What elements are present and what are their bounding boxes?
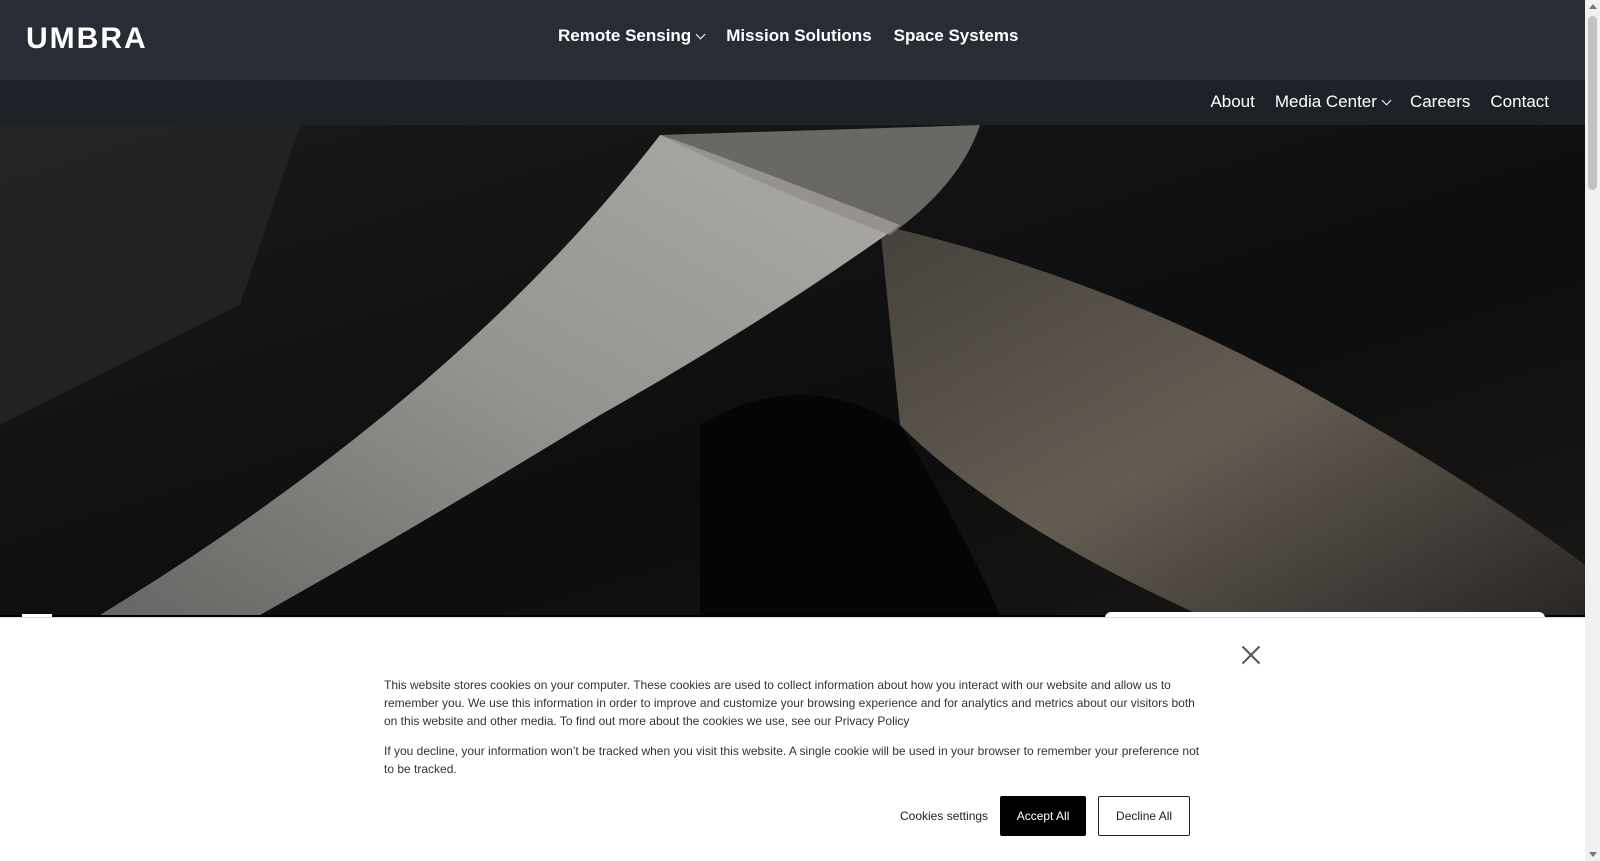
privacy-policy-link[interactable]: Privacy Policy <box>835 714 910 728</box>
secondary-navigation-bar: About Media Center Careers Contact <box>0 80 1585 125</box>
nav-remote-sensing-label: Remote Sensing <box>558 26 692 45</box>
main-nav: Remote Sensing Mission Solutions Space S… <box>558 26 1018 46</box>
page: UMBRA Remote Sensing Mission Solutions S… <box>0 0 1585 861</box>
nav-contact-label: Contact <box>1490 92 1549 111</box>
nav-about[interactable]: About <box>1210 92 1254 112</box>
scroll-thumb[interactable] <box>1588 16 1597 190</box>
top-navigation-bar: UMBRA Remote Sensing Mission Solutions S… <box>0 0 1585 80</box>
cookie-paragraph-1-text: This website stores cookies on your comp… <box>384 678 1195 728</box>
secondary-nav: About Media Center Careers Contact <box>1210 92 1549 112</box>
cookie-paragraph-1: This website stores cookies on your comp… <box>384 676 1202 730</box>
cookie-actions: Cookies settings Accept All Decline All <box>900 796 1191 836</box>
nav-mission-solutions-label: Mission Solutions <box>726 26 872 45</box>
nav-media-center-label: Media Center <box>1274 92 1377 111</box>
nav-space-systems-label: Space Systems <box>893 26 1019 45</box>
chevron-down-icon <box>1381 95 1392 105</box>
accept-all-button[interactable]: Accept All <box>1000 796 1087 836</box>
nav-careers[interactable]: Careers <box>1410 92 1470 112</box>
scroll-up-icon[interactable] <box>1589 4 1597 9</box>
close-icon[interactable] <box>1240 644 1262 666</box>
cookie-paragraph-2: If you decline, your information won’t b… <box>384 744 1200 776</box>
scroll-down-icon[interactable] <box>1589 852 1597 857</box>
nav-mission-solutions[interactable]: Mission Solutions <box>726 26 871 46</box>
hero-radar-image <box>0 125 1585 615</box>
logo-text: UMBRA <box>26 22 148 55</box>
nav-media-center[interactable]: Media Center <box>1274 92 1392 112</box>
nav-about-label: About <box>1210 92 1255 111</box>
scrollbar[interactable] <box>1585 0 1600 861</box>
nav-careers-label: Careers <box>1409 92 1471 111</box>
nav-contact[interactable]: Contact <box>1490 92 1549 112</box>
cookie-banner: This website stores cookies on your comp… <box>0 617 1585 861</box>
chevron-down-icon <box>695 29 706 39</box>
cookie-text: This website stores cookies on your comp… <box>384 676 1202 790</box>
nav-space-systems[interactable]: Space Systems <box>894 26 1019 46</box>
umbra-logo[interactable]: UMBRA <box>26 22 148 55</box>
nav-remote-sensing[interactable]: Remote Sensing <box>558 26 706 46</box>
cookies-settings-button[interactable]: Cookies settings <box>900 809 988 823</box>
decline-all-button[interactable]: Decline All <box>1098 796 1191 836</box>
hero-image <box>0 125 1585 615</box>
